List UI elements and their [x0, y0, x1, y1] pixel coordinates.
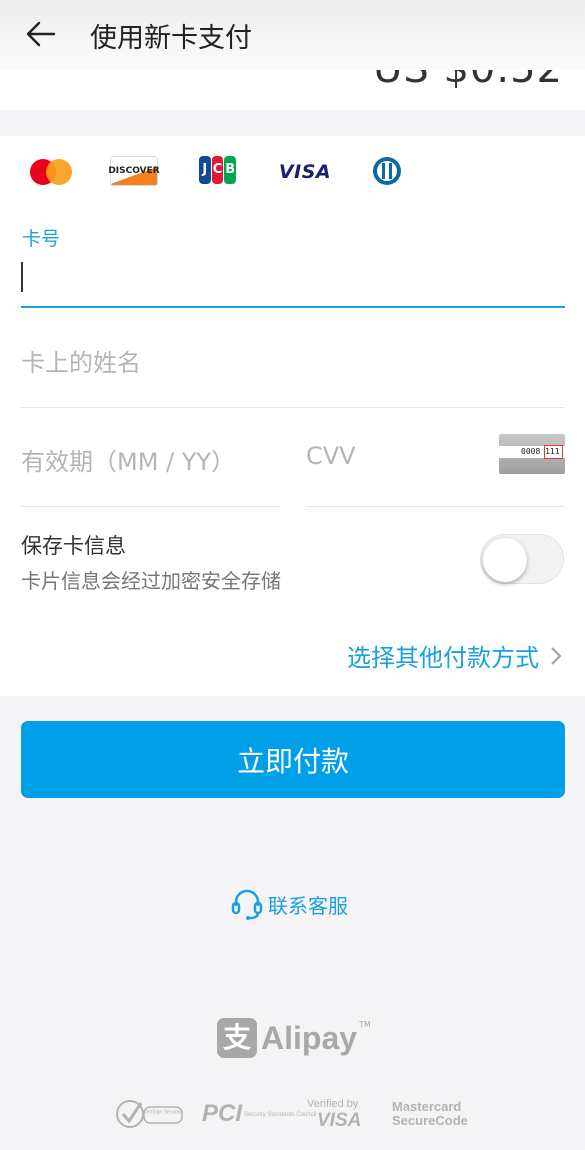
cvv-input[interactable]: CVV 0008 111 — [306, 408, 565, 507]
card-form-panel: DISCOVER JCB VISA 卡号 卡上的姓名 有效期（MM / YY） … — [0, 136, 585, 696]
expiry-placeholder: 有效期（MM / YY） — [21, 448, 236, 476]
pay-now-button[interactable]: 立即付款 — [21, 721, 565, 798]
trademark-mark: TM — [359, 1019, 371, 1029]
headset-icon — [231, 889, 263, 920]
pci-badge: PCI Security Standards Council — [202, 1100, 317, 1127]
diners-club-icon — [373, 157, 401, 185]
cvv-placeholder: CVV — [306, 442, 356, 470]
save-card-subtitle: 卡片信息会经过加密安全存储 — [21, 569, 281, 593]
contact-support-link[interactable]: 联系客服 — [231, 887, 348, 921]
header-bar: 使用新卡支付 — [0, 0, 585, 70]
alipay-wordmark: Alipay — [261, 1019, 358, 1056]
other-payment-method-label: 选择其他付款方式 — [347, 644, 539, 672]
save-card-title: 保存卡信息 — [21, 534, 126, 558]
mastercard-icon — [28, 156, 74, 188]
cvv-hint-card-icon[interactable]: 0008 111 — [499, 434, 565, 474]
cardholder-name-placeholder: 卡上的姓名 — [21, 349, 141, 377]
amount-strip: US $0.52 — [0, 70, 585, 110]
alipay-mark-icon: 支 — [217, 1018, 257, 1058]
alipay-logo: 支 Alipay TM — [217, 1018, 371, 1058]
save-card-toggle[interactable] — [480, 534, 564, 584]
payment-amount: US $0.52 — [373, 70, 563, 92]
verisign-badge-icon: VeriSign Secured — [116, 1100, 183, 1128]
page-title: 使用新卡支付 — [90, 23, 252, 54]
expiry-date-input[interactable]: 有效期（MM / YY） — [21, 408, 280, 507]
svg-text:VeriSign Secured: VeriSign Secured — [144, 1110, 183, 1116]
other-payment-method-link[interactable]: 选择其他付款方式 — [347, 638, 563, 673]
visa-icon: VISA — [278, 161, 332, 183]
verified-by-visa-badge: Verified by VISA — [307, 1098, 362, 1131]
discover-icon: DISCOVER — [108, 156, 160, 186]
chevron-right-icon — [551, 646, 562, 665]
contact-support-label: 联系客服 — [268, 893, 348, 918]
toggle-knob — [483, 538, 527, 582]
security-badges: VeriSign Secured PCI Security Standards C… — [114, 1094, 474, 1134]
back-arrow-icon[interactable] — [24, 17, 58, 51]
jcb-icon: JCB — [199, 156, 237, 184]
text-caret — [21, 262, 23, 292]
mastercard-securecode-badge: Mastercard SecureCode — [392, 1099, 468, 1128]
card-number-input[interactable] — [21, 256, 565, 308]
cardholder-name-input[interactable]: 卡上的姓名 — [21, 309, 565, 408]
card-number-label: 卡号 — [22, 228, 61, 250]
